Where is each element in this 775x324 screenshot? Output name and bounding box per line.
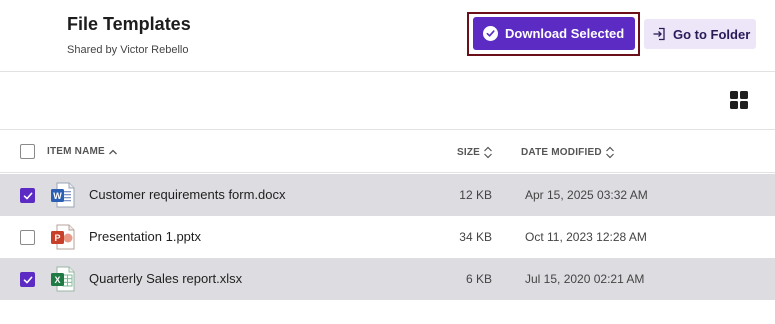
table-header: ITEM NAME SIZE DATE MODIFIED — [0, 129, 775, 173]
svg-text:P: P — [54, 233, 60, 243]
enter-folder-icon — [653, 27, 665, 41]
column-name-label: ITEM NAME — [47, 146, 105, 157]
column-size-label: SIZE — [457, 147, 481, 158]
column-header-date[interactable]: DATE MODIFIED — [521, 146, 615, 159]
row-checkbox[interactable] — [20, 188, 35, 203]
svg-text:X: X — [54, 275, 60, 285]
sort-toggle-icon — [484, 146, 492, 159]
row-checkbox[interactable] — [20, 272, 35, 287]
column-date-label: DATE MODIFIED — [521, 147, 602, 158]
file-name[interactable]: Quarterly Sales report.xlsx — [89, 271, 242, 286]
page-header: File Templates Shared by Victor Rebello … — [0, 0, 775, 72]
shared-by-label: Shared by Victor Rebello — [67, 44, 189, 56]
file-date: Oct 11, 2023 12:28 AM — [525, 230, 647, 244]
check-circle-icon — [483, 26, 498, 41]
file-size: 12 KB — [459, 188, 492, 202]
row-checkbox[interactable] — [20, 230, 35, 245]
table-row[interactable]: X Quarterly Sales report.xlsx 6 KB Jul 1… — [0, 258, 775, 300]
file-size: 34 KB — [459, 230, 492, 244]
file-date: Apr 15, 2025 03:32 AM — [525, 188, 648, 202]
svg-text:W: W — [53, 191, 62, 201]
download-selected-label: Download Selected — [505, 26, 625, 41]
go-to-folder-button[interactable]: Go to Folder — [644, 19, 756, 49]
word-file-icon: W — [51, 182, 75, 208]
go-to-folder-label: Go to Folder — [673, 26, 751, 42]
excel-file-icon: X — [51, 266, 75, 292]
sort-ascending-icon — [108, 149, 117, 154]
download-selected-button[interactable]: Download Selected — [473, 17, 635, 50]
column-header-size[interactable]: SIZE — [457, 146, 493, 159]
file-date: Jul 15, 2020 02:21 AM — [525, 272, 645, 286]
column-header-name[interactable]: ITEM NAME — [47, 146, 118, 157]
sort-toggle-icon — [605, 146, 614, 159]
table-row[interactable]: W Customer requirements form.docx 12 KB … — [0, 174, 775, 216]
select-all-checkbox[interactable] — [20, 144, 35, 159]
powerpoint-file-icon: P — [51, 224, 75, 250]
file-name[interactable]: Customer requirements form.docx — [89, 187, 286, 202]
table-row[interactable]: P Presentation 1.pptx 34 KB Oct 11, 2023… — [0, 216, 775, 258]
file-name[interactable]: Presentation 1.pptx — [89, 229, 201, 244]
grid-view-icon[interactable] — [730, 91, 748, 109]
file-size: 6 KB — [465, 272, 492, 286]
page-title: File Templates — [67, 14, 191, 34]
